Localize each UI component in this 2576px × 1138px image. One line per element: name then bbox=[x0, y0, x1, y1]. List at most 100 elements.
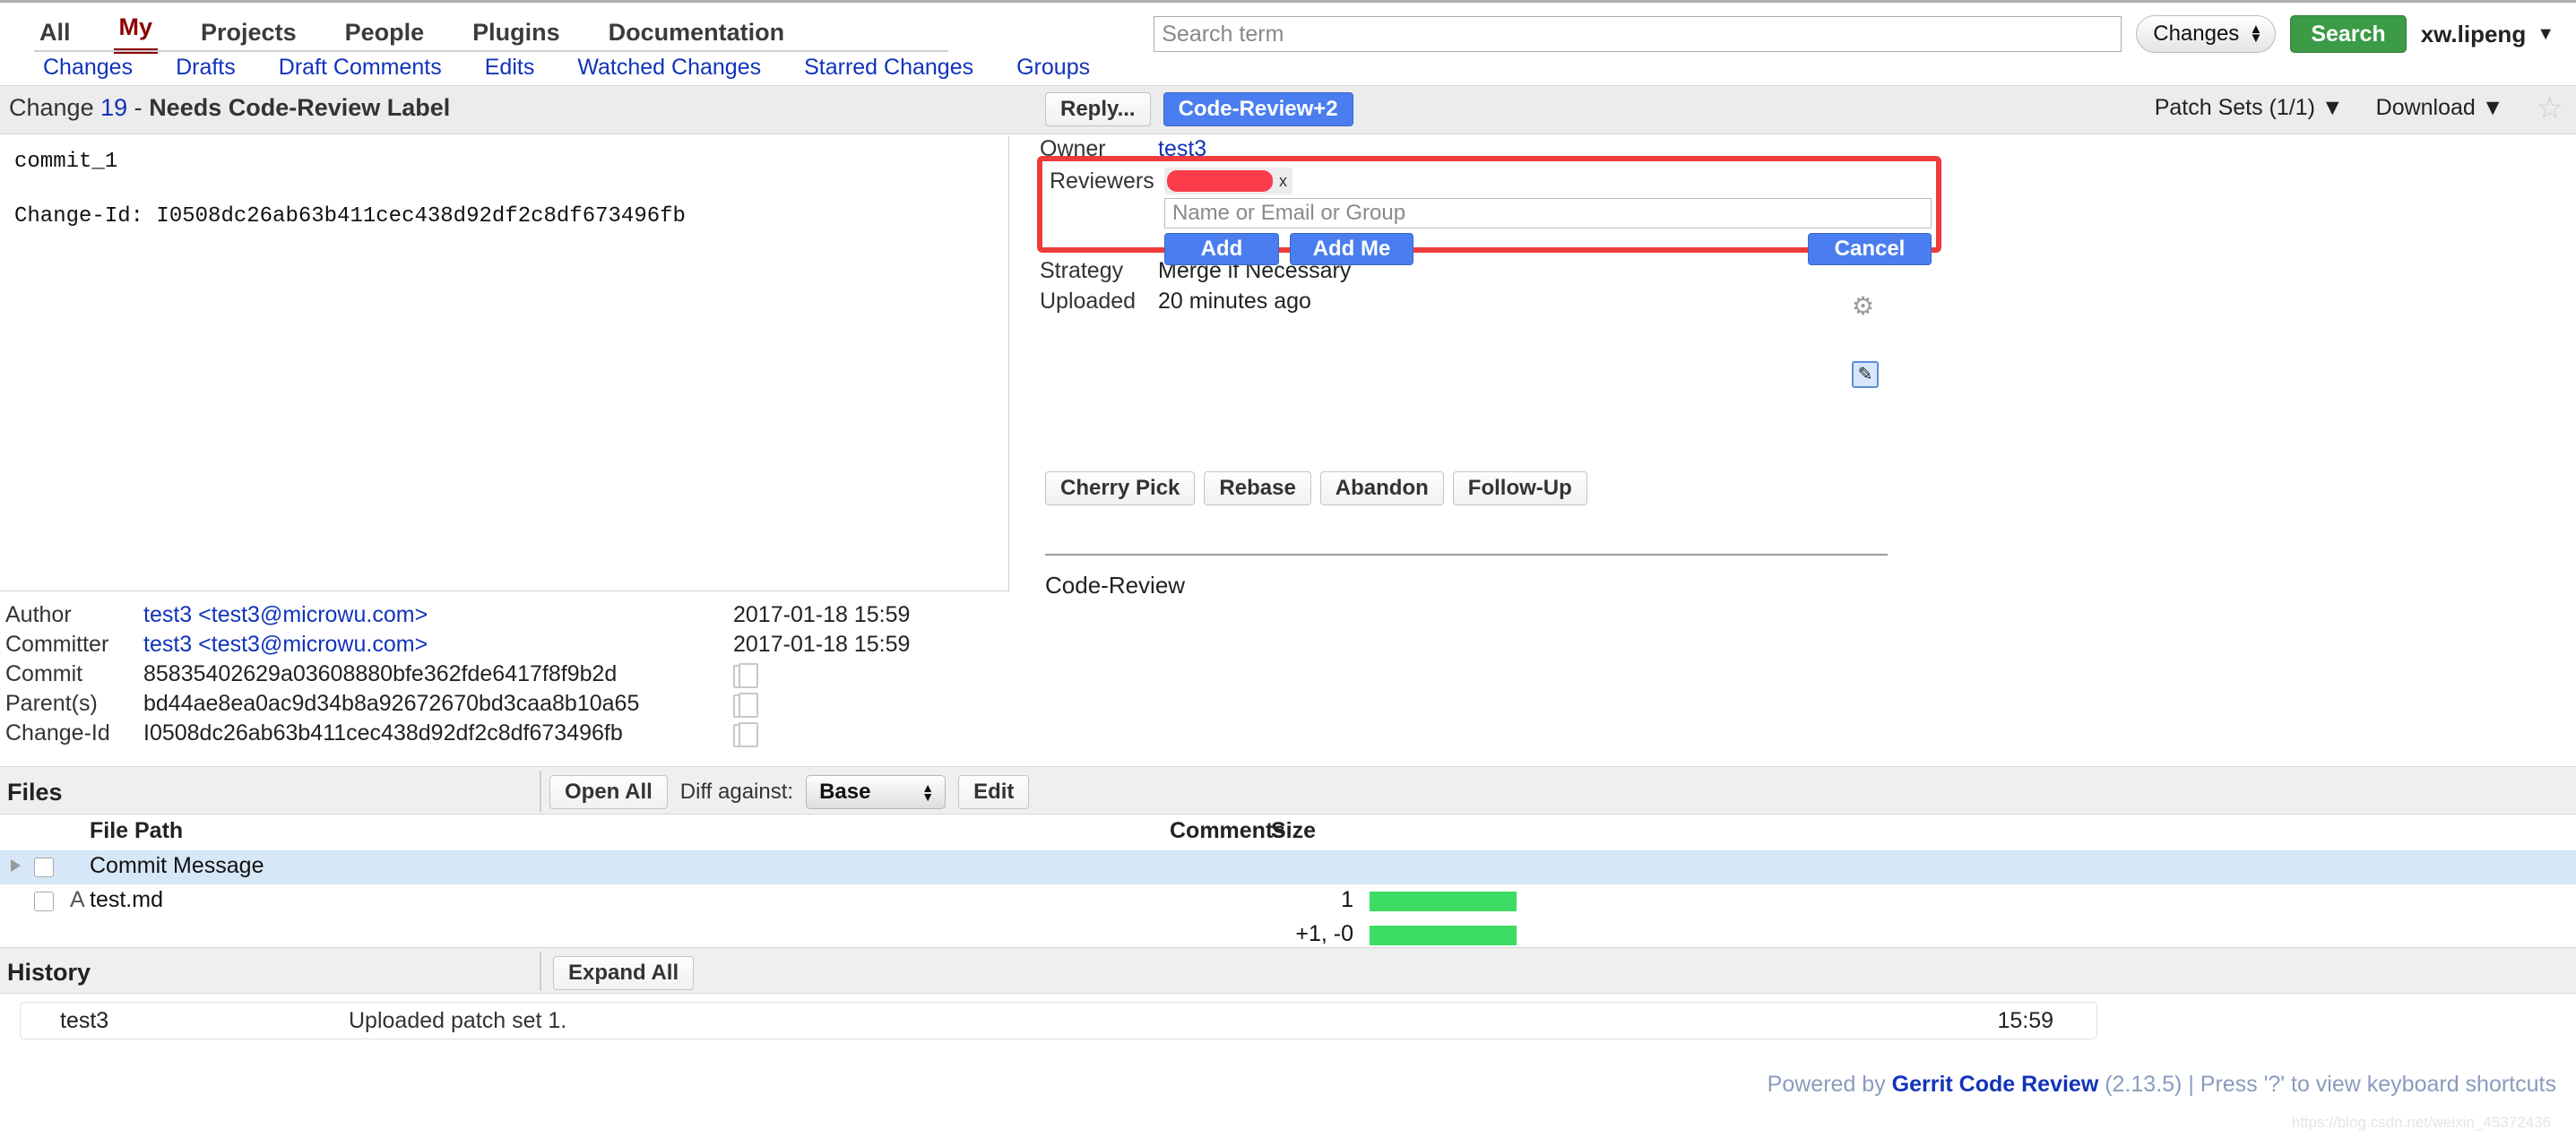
column-header-file-path: File Path bbox=[90, 818, 184, 843]
code-review-plus2-button[interactable]: Code-Review+2 bbox=[1163, 92, 1353, 126]
history-entry-row[interactable]: test3 Uploaded patch set 1. 15:59 bbox=[20, 1002, 2097, 1039]
file-status: A bbox=[70, 887, 85, 912]
search-scope-value: Changes bbox=[2153, 22, 2240, 46]
abandon-button[interactable]: Abandon bbox=[1319, 471, 1444, 505]
author-info-key: Change-Id bbox=[5, 720, 110, 746]
files-table-header: File Path Comments Size bbox=[0, 815, 2576, 850]
author-info-value: I0508dc26ab63b411cec438d92df2c8df673496f… bbox=[143, 720, 623, 746]
change-header-actions: Reply... Code-Review+2 bbox=[1045, 92, 1353, 126]
user-menu[interactable]: xw.lipeng ▼ bbox=[2421, 21, 2554, 48]
author-info-value[interactable]: test3 <test3@microwu.com> bbox=[143, 602, 428, 628]
footer-powered-by: Powered by bbox=[1767, 1072, 1892, 1097]
change-header-bar: Change 19 - Needs Code-Review Label Repl… bbox=[0, 85, 2576, 134]
sub-menu-item-changes[interactable]: Changes bbox=[43, 55, 133, 81]
search-scope-select[interactable]: Changes ▲ ▼ bbox=[2136, 15, 2277, 53]
expand-triangle-icon[interactable] bbox=[11, 859, 21, 872]
file-path[interactable]: test.md bbox=[90, 887, 163, 913]
sub-menu-item-watched-changes[interactable]: Watched Changes bbox=[577, 55, 761, 81]
author-dates-column: 2017-01-18 15:59 2017-01-18 15:59 bbox=[733, 602, 910, 750]
main-menu-item-people[interactable]: People bbox=[340, 15, 430, 54]
watermark: https://blog.csdn.net/weixin_45372436 bbox=[2291, 1114, 2551, 1131]
top-navigation-bar: All My Projects People Plugins Documentation … bbox=[0, 0, 2576, 85]
author-info-date: 2017-01-18 15:59 bbox=[733, 632, 911, 657]
metadata-row-uploaded: Uploaded 20 minutes ago bbox=[1040, 289, 1936, 319]
history-message: Uploaded patch set 1. bbox=[349, 1008, 567, 1033]
main-menu-item-my[interactable]: My bbox=[113, 10, 159, 54]
change-header-right: Patch Sets (1/1) ▼ Download ▼ ☆ bbox=[2155, 93, 2563, 124]
table-row[interactable]: Atest.md 1 bbox=[0, 884, 2576, 918]
search-area: Changes ▲▼ Search xw.lipeng ▼ bbox=[1154, 15, 2554, 53]
file-path[interactable]: Commit Message bbox=[90, 853, 264, 879]
sub-menu-item-drafts[interactable]: Drafts bbox=[176, 55, 236, 81]
page-title: Change 19 - Needs Code-Review Label bbox=[9, 94, 450, 122]
author-info-value: bd44ae8ea0ac9d34b8a92672670bd3caa8b10a65 bbox=[143, 691, 640, 716]
change-number[interactable]: 19 bbox=[100, 94, 127, 121]
username-label: xw.lipeng bbox=[2420, 20, 2527, 47]
reviewers-label: Reviewers bbox=[1050, 168, 1154, 194]
edit-button[interactable]: Edit bbox=[958, 775, 1030, 809]
files-controls: Open All Diff against: Base ▲ ▼ Edit bbox=[549, 775, 1030, 809]
main-menu-item-plugins[interactable]: Plugins bbox=[467, 15, 566, 54]
diff-against-label: Diff against: bbox=[679, 780, 794, 804]
menu-divider bbox=[34, 50, 948, 52]
rebase-button[interactable]: Rebase bbox=[1204, 471, 1311, 505]
main-menu-item-all[interactable]: All bbox=[34, 15, 76, 54]
sub-menu-item-groups[interactable]: Groups bbox=[1016, 55, 1090, 81]
file-comments-count: +1, -0 bbox=[1295, 921, 1353, 946]
commit-message-panel: commit_1 Change-Id: I0508dc26ab63b411cec… bbox=[0, 136, 1009, 591]
change-dash: - bbox=[134, 94, 143, 121]
column-header-size: Size bbox=[1271, 818, 1317, 843]
diff-against-select[interactable]: Base ▲ ▼ bbox=[806, 775, 947, 809]
reviewer-search-input[interactable] bbox=[1164, 198, 1932, 228]
main-menu-item-projects[interactable]: Projects bbox=[195, 15, 302, 54]
approval-section-label: Code-Review bbox=[1045, 572, 1186, 599]
files-table: File Path Comments Size Commit Message Atest… bbox=[0, 815, 2576, 953]
table-row[interactable]: Commit Message bbox=[0, 850, 2576, 884]
sub-menu-item-draft-comments[interactable]: Draft Comments bbox=[279, 55, 442, 81]
author-info-value[interactable]: test3 <test3@microwu.com> bbox=[143, 632, 428, 658]
expand-all-button[interactable]: Expand All bbox=[553, 956, 695, 990]
chevron-updown-icon: ▲ ▼ bbox=[921, 780, 935, 804]
cancel-button[interactable]: Cancel bbox=[1808, 233, 1932, 265]
reply-button[interactable]: Reply... bbox=[1045, 92, 1151, 126]
file-size-bar bbox=[1370, 926, 1517, 945]
chevron-updown-icon: ▲ ▼ bbox=[2249, 22, 2263, 46]
history-time: 15:59 bbox=[1997, 1008, 2053, 1033]
column-header-comments: Comments bbox=[1170, 818, 1286, 843]
history-user: test3 bbox=[60, 1008, 109, 1033]
gear-icon[interactable]: ⚙ bbox=[1852, 294, 1877, 319]
follow-up-button[interactable]: Follow-Up bbox=[1452, 471, 1587, 505]
files-divider bbox=[540, 771, 541, 812]
sub-menu-item-starred-changes[interactable]: Starred Changes bbox=[804, 55, 973, 81]
files-section-header: Files Open All Diff against: Base ▲ ▼ Edi… bbox=[0, 766, 2576, 815]
main-menu-item-documentation[interactable]: Documentation bbox=[603, 15, 791, 54]
search-button[interactable]: Search bbox=[2290, 15, 2407, 53]
history-section-header: History Expand All bbox=[0, 947, 2576, 994]
files-title: Files bbox=[7, 779, 63, 806]
patch-sets-dropdown[interactable]: Patch Sets (1/1) ▼ bbox=[2155, 95, 2344, 121]
star-icon[interactable]: ☆ bbox=[2537, 93, 2563, 124]
open-all-button[interactable]: Open All bbox=[549, 775, 668, 809]
metadata-key: Uploaded bbox=[1040, 289, 1137, 314]
edit-pencil-icon[interactable]: ✎ bbox=[1852, 361, 1879, 388]
download-dropdown[interactable]: Download ▼ bbox=[2376, 95, 2504, 121]
file-checkbox[interactable] bbox=[34, 892, 54, 911]
author-info-key: Commit bbox=[5, 661, 83, 686]
remove-reviewer-icon[interactable]: x bbox=[1279, 172, 1287, 191]
status-badge: Needs Code-Review Label bbox=[149, 94, 451, 121]
gerrit-link[interactable]: Gerrit Code Review bbox=[1892, 1072, 2099, 1097]
reviewer-name-redacted bbox=[1167, 170, 1273, 192]
footer: Powered by Gerrit Code Review (2.13.5) |… bbox=[1768, 1072, 2556, 1098]
copy-icon[interactable] bbox=[733, 692, 758, 718]
add-reviewer-button[interactable]: Add bbox=[1164, 233, 1279, 265]
copy-icon[interactable] bbox=[733, 662, 758, 688]
footer-version: (2.13.5) | Press '?' to view keyboard sh… bbox=[2098, 1072, 2556, 1097]
cherry-pick-button[interactable]: Cherry Pick bbox=[1045, 471, 1196, 505]
add-me-button[interactable]: Add Me bbox=[1290, 233, 1413, 265]
file-checkbox[interactable] bbox=[34, 858, 54, 877]
search-input[interactable] bbox=[1154, 16, 2122, 52]
change-prefix: Change bbox=[9, 94, 94, 121]
copy-icon[interactable] bbox=[733, 721, 758, 747]
sub-menu-item-edits[interactable]: Edits bbox=[485, 55, 535, 81]
reviewer-chip[interactable]: x bbox=[1164, 168, 1292, 194]
